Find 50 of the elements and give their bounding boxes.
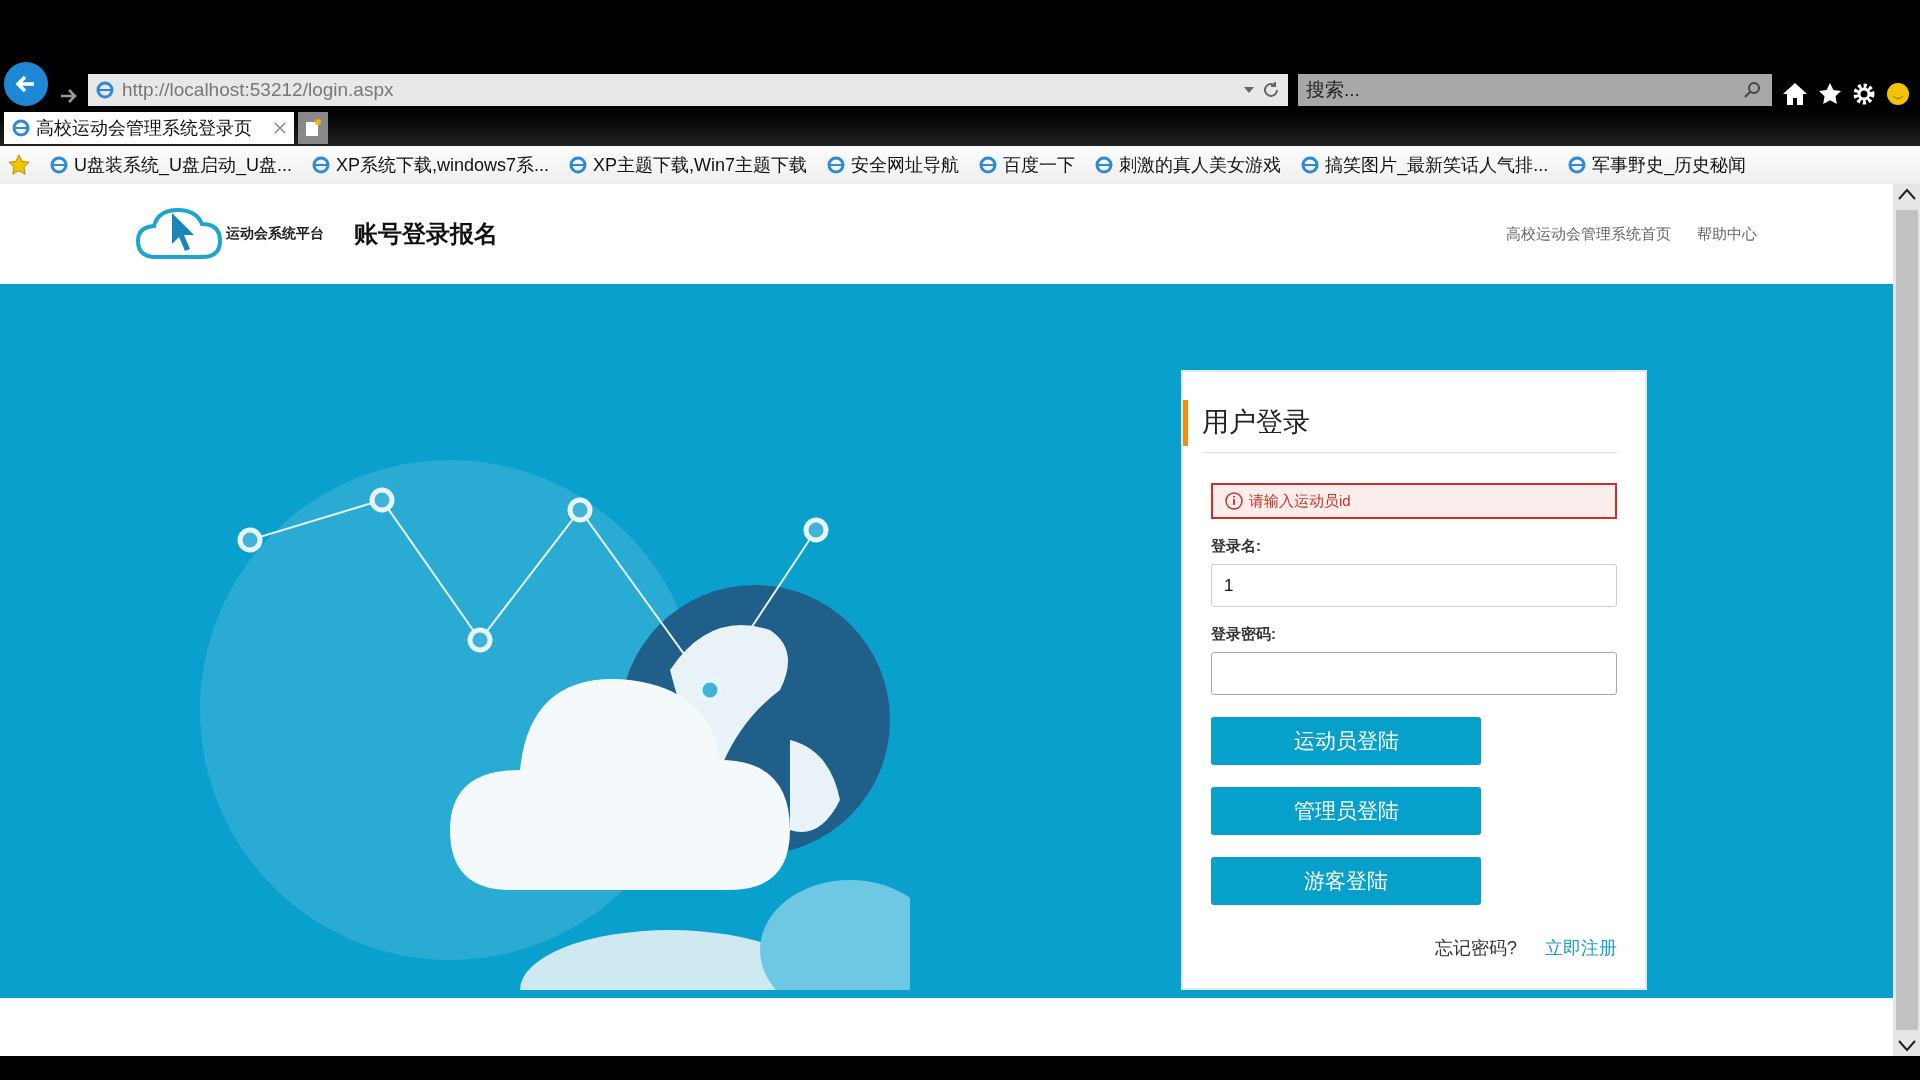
bookmark-link[interactable]: U盘装系统_U盘启动_U盘... bbox=[50, 153, 293, 177]
scroll-thumb[interactable] bbox=[1895, 210, 1918, 1030]
nav-link[interactable]: 高校运动会管理系统首页 bbox=[1506, 224, 1671, 244]
field-label: 登录密码: bbox=[1211, 625, 1277, 644]
refresh-icon[interactable] bbox=[1262, 81, 1280, 99]
favorites-star-icon[interactable] bbox=[8, 154, 30, 176]
address-bar[interactable]: http://localhost:53212/login.aspx bbox=[88, 74, 1288, 106]
browser-page-icon bbox=[312, 156, 331, 174]
star-icon[interactable] bbox=[1818, 82, 1842, 106]
browser-page-icon bbox=[12, 119, 30, 137]
logo-text: 运动会系统平台 bbox=[226, 225, 324, 243]
browser-page-icon bbox=[827, 156, 846, 174]
new-tab-button[interactable] bbox=[298, 112, 328, 144]
bookmark-link[interactable]: 军事野史_历史秘闻 bbox=[1568, 153, 1747, 177]
browser-page-icon bbox=[50, 156, 68, 174]
smiley-icon[interactable] bbox=[1886, 82, 1910, 106]
forgot-password-link[interactable]: 忘记密码? bbox=[1435, 936, 1517, 960]
browser-page-icon bbox=[96, 81, 114, 99]
browser-tab[interactable]: 高校运动会管理系统登录页 bbox=[4, 112, 294, 144]
browser-page-icon bbox=[1568, 156, 1587, 174]
error-text: 请输入运动员id bbox=[1249, 491, 1351, 511]
browser-page-icon bbox=[1095, 156, 1114, 174]
bookmark-link[interactable]: 搞笑图片_最新笑话人气排... bbox=[1301, 153, 1549, 177]
settings-icon[interactable] bbox=[1852, 82, 1876, 106]
home-icon[interactable] bbox=[1782, 82, 1808, 106]
browser-page-icon bbox=[569, 156, 588, 174]
bookmark-link[interactable]: 百度一下 bbox=[979, 153, 1076, 177]
new-tab-icon bbox=[305, 119, 321, 137]
page-title: 账号登录报名 bbox=[354, 219, 498, 249]
close-icon[interactable] bbox=[274, 122, 286, 134]
browser-page-icon bbox=[979, 156, 998, 174]
scroll-down-icon[interactable] bbox=[1897, 1040, 1916, 1052]
bookmark-link[interactable]: 安全网址导航 bbox=[827, 153, 960, 177]
dropdown-caret-icon[interactable] bbox=[1244, 87, 1254, 93]
cloud-cursor-logo-icon bbox=[136, 207, 222, 261]
bookmark-link[interactable]: XP系统下载,windows7系... bbox=[312, 153, 550, 177]
search-icon[interactable] bbox=[1744, 81, 1762, 99]
bookmark-link[interactable]: 刺激的真人美女游戏 bbox=[1095, 153, 1282, 177]
field-label: 登录名: bbox=[1211, 537, 1262, 556]
search-field[interactable]: 搜索... bbox=[1298, 74, 1772, 106]
browser-page-icon bbox=[1301, 156, 1320, 174]
scroll-up-icon[interactable] bbox=[1897, 188, 1916, 200]
input-field[interactable] bbox=[1211, 652, 1617, 695]
card-title: 用户登录 bbox=[1183, 400, 1617, 446]
back-button[interactable] bbox=[4, 62, 48, 106]
bookmark-link[interactable]: XP主题下载,Win7主题下载 bbox=[569, 153, 808, 177]
input-field[interactable]: 1 bbox=[1211, 564, 1617, 607]
info-icon bbox=[1225, 492, 1243, 510]
nav-link[interactable]: 帮助中心 bbox=[1697, 224, 1757, 244]
scrollbar[interactable] bbox=[1893, 184, 1920, 1056]
